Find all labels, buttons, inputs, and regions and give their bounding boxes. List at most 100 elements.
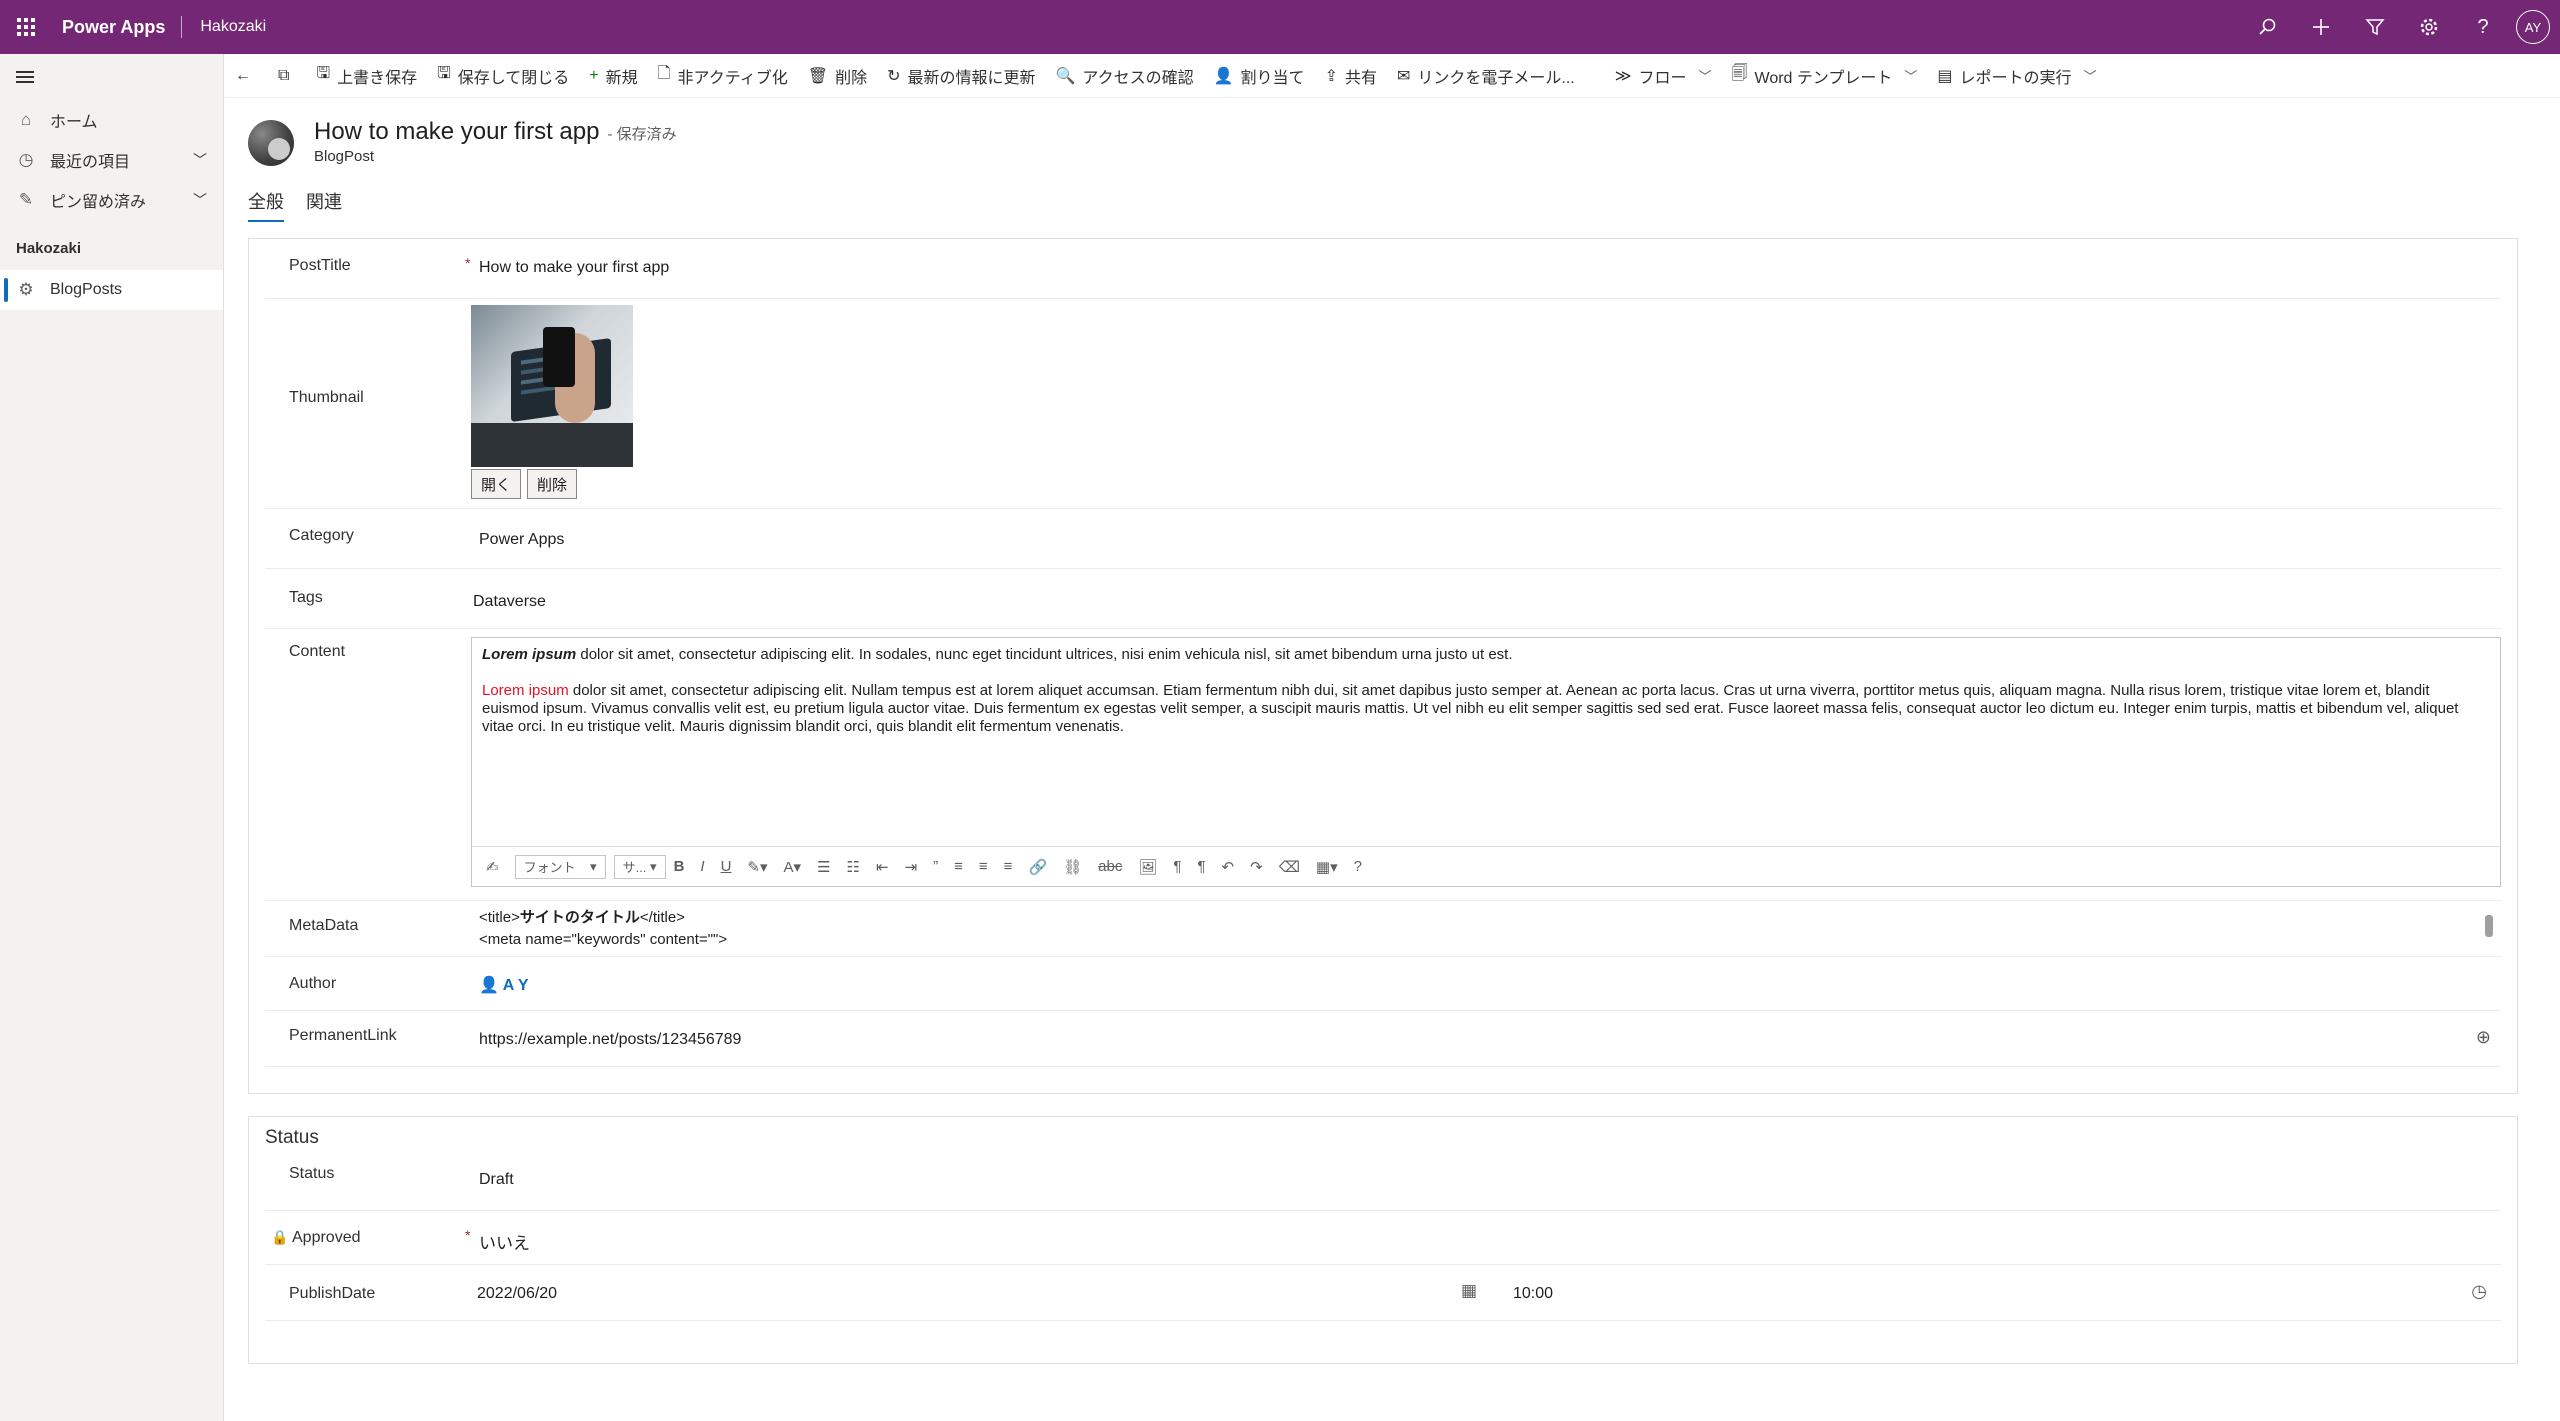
posttitle-input[interactable]: How to make your first app [479,259,669,277]
scrollbar[interactable] [2485,915,2493,937]
author-lookup[interactable]: 👤 A Y [479,975,529,995]
search-icon[interactable] [2240,0,2294,54]
field-label: MetaData [289,917,359,934]
author-value[interactable]: A Y [503,977,529,994]
strikethrough-icon[interactable]: abc [1098,858,1122,875]
align-center-icon[interactable]: ≡ [979,858,988,875]
gear-icon[interactable] [2402,0,2456,54]
open-new-window-button[interactable]: ⧉ [268,54,306,98]
word-template-button[interactable]: 🗐 Word テンプレート ﹀ [1722,54,1928,98]
environment-name[interactable]: Hakozaki [182,18,266,36]
outdent-icon[interactable]: ⇤ [876,858,889,876]
ltr-icon[interactable]: ¶ [1173,858,1181,875]
back-button[interactable]: ← [225,54,268,98]
clock-icon[interactable]: ◷ [2471,1281,2487,1302]
assign-label: 割り当て [1240,69,1305,87]
indent-icon[interactable]: ⇥ [905,858,918,876]
metadata-line2: <meta name="keywords" content=""> [479,931,728,948]
quote-icon[interactable]: ” [933,858,938,875]
check-access-button[interactable]: 🔍 アクセスの確認 [1046,54,1204,98]
font-color-icon[interactable]: A▾ [784,858,802,876]
word-template-label: Word テンプレート [1754,69,1893,87]
unlink-icon[interactable]: ⛓ [1063,858,1082,876]
rich-text-editor[interactable]: Lorem ipsum dolor sit amet, consectetur … [471,637,2501,887]
undo-icon[interactable]: ↶ [1222,858,1235,876]
save-close-button[interactable]: 🖫 保存して閉じる [427,54,579,98]
clear-format-icon[interactable]: ⌫ [1279,858,1300,876]
flow-button[interactable]: ≫ フロー ﹀ [1605,54,1722,98]
numbered-list-icon[interactable]: ☷ [847,858,860,876]
calendar-icon[interactable]: ▦ [1461,1281,1477,1301]
user-avatar[interactable]: AY [2516,10,2550,44]
status-section: Status Status Draft 🔒 Approved * いいえ Pub… [248,1116,2518,1364]
deactivate-button[interactable]: 🗋 非アクティブ化 [648,54,798,98]
refresh-icon: ↻ [887,67,901,85]
refresh-button[interactable]: ↻ 最新の情報に更新 [877,54,1045,98]
flow-label: フロー [1638,69,1687,87]
font-dropdown-label: フォント [523,860,576,875]
publish-date-input[interactable]: 2022/06/20 [477,1285,557,1303]
tab-general[interactable]: 全般 [248,188,284,222]
save-label: 上書き保存 [337,69,418,87]
record-image[interactable] [248,120,294,166]
email-link-button[interactable]: ✉ リンクを電子メール... [1387,54,1585,98]
globe-icon[interactable]: ⊕ [2476,1027,2491,1048]
run-report-button[interactable]: ▤ レポートの実行 ﹀ [1927,54,2106,98]
category-input[interactable]: Power Apps [479,531,564,549]
metadata-line1-bold: サイトのタイトル [519,909,640,926]
redo-icon[interactable]: ↷ [1250,858,1263,876]
email-link-icon: ✉ [1396,67,1411,85]
format-painter-icon[interactable]: ✍ [486,858,499,876]
nav-item-recent[interactable]: ◷ 最近の項目 ﹀ [0,140,223,180]
record-title-text: How to make your first app [314,118,600,145]
app-name[interactable]: Power Apps [52,17,181,38]
refresh-label: 最新の情報に更新 [907,69,1036,87]
chevron-down-icon[interactable]: ﹀ [193,150,207,170]
section-title: Status [265,1127,319,1148]
bullet-list-icon[interactable]: ☰ [817,858,830,876]
assign-button[interactable]: 👤 割り当て [1204,54,1315,98]
status-input[interactable]: Draft [479,1171,514,1189]
thumbnail-open-button[interactable]: 開く [471,469,521,499]
link-icon[interactable]: 🔗 [1028,858,1047,876]
publish-time-input[interactable]: 10:00 [1513,1285,1553,1303]
field-label: 🔒 Approved [271,1229,361,1247]
underline-icon[interactable]: U [721,858,732,875]
help-icon[interactable]: ? [2456,0,2510,54]
delete-button[interactable]: 🗑 削除 [798,54,877,98]
thumbnail-delete-button[interactable]: 削除 [527,469,577,499]
chevron-down-icon[interactable]: ﹀ [193,190,207,210]
nav-toggle-button[interactable] [0,54,223,100]
report-icon: ▤ [1937,67,1953,85]
image-icon[interactable]: 🖼 [1138,858,1157,876]
app-launcher-button[interactable] [0,0,52,54]
save-button[interactable]: 🖫 上書き保存 [306,54,427,98]
help-icon[interactable]: ? [1354,858,1362,875]
new-button[interactable]: + 新規 [579,54,647,98]
bold-icon[interactable]: B [674,858,685,875]
check-access-icon: 🔍 [1055,67,1076,85]
required-marker: * [465,255,471,271]
nav-item-home[interactable]: ⌂ ホーム [0,100,223,140]
font-dropdown[interactable]: フォント ▾ [514,854,606,879]
plus-icon[interactable] [2294,0,2348,54]
italic-icon[interactable]: I [700,858,704,875]
highlight-icon[interactable]: ✎▾ [747,858,767,876]
tags-input[interactable]: Dataverse [473,593,546,611]
nav-item-pinned[interactable]: ✎ ピン留め済み ﹀ [0,180,223,220]
rtl-icon[interactable]: ¶ [1197,858,1205,875]
nav-item-label: BlogPosts [50,281,123,298]
field-row-thumbnail: Thumbnail 開く 削除 [265,299,2501,509]
share-button[interactable]: ⇪ 共有 [1315,54,1387,98]
align-right-icon[interactable]: ≡ [1004,858,1013,875]
editor-content[interactable]: Lorem ipsum dolor sit amet, consectetur … [482,646,2487,754]
align-left-icon[interactable]: ≡ [954,858,963,875]
nav-item-blogposts[interactable]: ⚙ BlogPosts [0,270,223,310]
filter-icon[interactable] [2348,0,2402,54]
tab-related[interactable]: 関連 [306,188,342,222]
popout-icon: ⧉ [278,66,290,84]
permanentlink-input[interactable]: https://example.net/posts/123456789 [479,1031,741,1049]
table-icon[interactable]: ▦▾ [1316,858,1338,876]
size-dropdown[interactable]: サ... ▾ [613,854,666,879]
metadata-input[interactable]: <title>サイトのタイトル</title> <meta name="keyw… [479,907,2459,953]
